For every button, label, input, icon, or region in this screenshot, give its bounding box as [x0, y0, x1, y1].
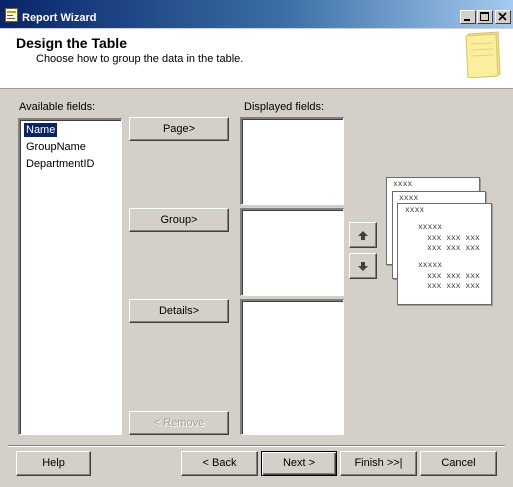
available-fields-list[interactable]: Name GroupName DepartmentID — [18, 118, 122, 435]
available-fields-label: Available fields: — [19, 101, 96, 113]
displayed-fields-label: Displayed fields: — [244, 101, 325, 113]
maximize-icon — [480, 12, 489, 21]
report-wizard-icon — [5, 8, 18, 22]
help-button[interactable]: Help — [16, 451, 91, 476]
close-icon — [498, 12, 507, 21]
move-up-button[interactable] — [349, 222, 377, 248]
list-item[interactable]: Name — [22, 122, 59, 138]
preview-group: xxxxx — [418, 261, 443, 270]
back-button[interactable]: < Back — [181, 451, 258, 476]
preview-row: xxx xxx xxx — [427, 244, 480, 253]
preview-row: xxx xxx xxx — [427, 234, 480, 243]
preview-header: xxxx — [405, 206, 425, 215]
list-item[interactable]: GroupName — [24, 140, 88, 154]
group-fields-list[interactable] — [240, 208, 344, 296]
preview-row: xxx xxx xxx — [427, 282, 480, 291]
arrow-down-icon — [358, 262, 368, 271]
window-title: Report Wizard — [22, 12, 97, 24]
close-button[interactable] — [495, 10, 511, 24]
next-button[interactable]: Next > — [261, 451, 337, 476]
page-fields-list[interactable] — [240, 117, 344, 205]
sticky-note-icon — [465, 31, 501, 78]
preview-row: xxx xxx xxx — [427, 272, 480, 281]
minimize-icon — [464, 19, 470, 21]
details-button[interactable]: Details> — [129, 299, 229, 323]
maximize-button[interactable] — [477, 10, 493, 24]
footer-divider — [8, 445, 505, 447]
remove-button[interactable]: < Remove — [129, 411, 229, 435]
details-fields-list[interactable] — [240, 299, 344, 435]
list-item[interactable]: DepartmentID — [24, 157, 96, 171]
page-title: Design the Table — [16, 35, 127, 51]
minimize-button[interactable] — [460, 10, 476, 24]
preview-header: xxxx — [399, 194, 419, 203]
group-button[interactable]: Group> — [129, 208, 229, 232]
move-down-button[interactable] — [349, 253, 377, 279]
preview-header: xxxx — [393, 180, 413, 189]
arrow-up-icon — [358, 231, 368, 240]
preview-group: xxxxx — [418, 223, 443, 232]
preview-sheet-front: xxxx xxxxx xxx xxx xxx xxx xxx xxx xxxxx… — [397, 203, 492, 305]
finish-button[interactable]: Finish >>| — [340, 451, 417, 476]
page-button[interactable]: Page> — [129, 117, 229, 141]
page-subtitle: Choose how to group the data in the tabl… — [36, 53, 244, 65]
cancel-button[interactable]: Cancel — [420, 451, 497, 476]
